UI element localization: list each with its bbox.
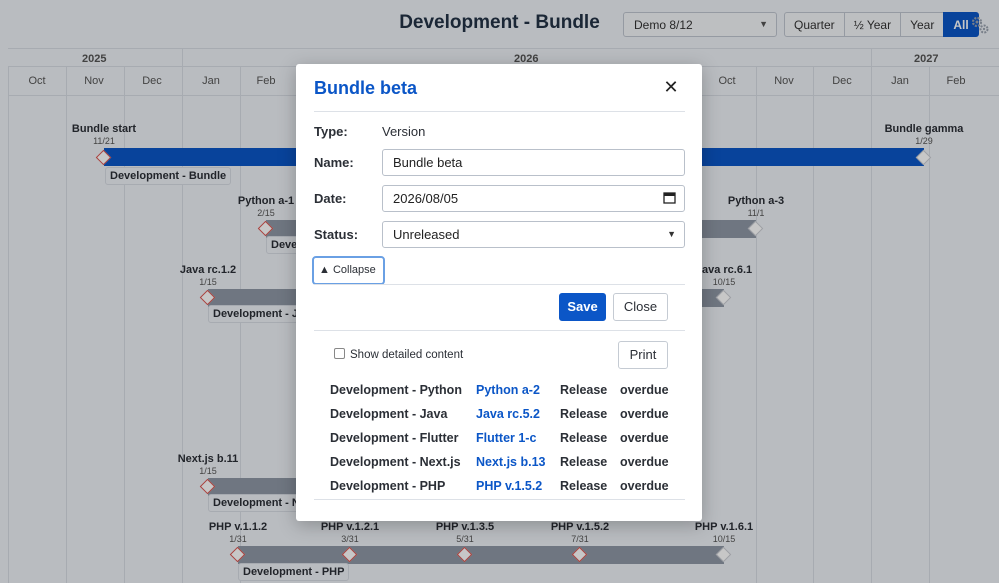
row-status: overdue [620, 455, 669, 469]
row-track: Development - PHP [330, 479, 446, 493]
date-label: Date: [314, 191, 347, 206]
print-button[interactable]: Print [618, 341, 668, 369]
collapse-button[interactable]: ▲ Collapse [312, 256, 385, 285]
divider [314, 284, 685, 285]
status-label: Status: [314, 227, 359, 242]
row-status: overdue [620, 383, 669, 397]
table-row: Development - Next.js Next.js b.13 Relea… [330, 455, 670, 475]
row-version-link[interactable]: Java rc.5.2 [476, 407, 540, 421]
date-field-value: 2026/08/05 [393, 191, 459, 206]
row-type: Release [560, 455, 608, 469]
row-track: Development - Flutter [330, 431, 459, 445]
table-row: Development - PHP PHP v.1.5.2 Release ov… [330, 479, 670, 499]
date-field[interactable]: 2026/08/05 [382, 185, 685, 212]
row-status: overdue [620, 431, 669, 445]
divider [314, 330, 685, 331]
name-field-value: Bundle beta [393, 155, 463, 170]
row-track: Development - Python [330, 383, 462, 397]
row-type: Release [560, 383, 608, 397]
row-track: Development - Java [330, 407, 448, 421]
table-row: Development - Flutter Flutter 1-c Releas… [330, 431, 670, 451]
status-select-value: Unreleased [393, 227, 460, 242]
table-row: Development - Java Java rc.5.2 Release o… [330, 407, 670, 427]
status-select[interactable]: Unreleased ▼ [382, 221, 685, 248]
dialog-title: Bundle beta [314, 78, 418, 98]
divider [314, 111, 685, 112]
name-field[interactable]: Bundle beta [382, 149, 685, 176]
row-version-link[interactable]: Flutter 1-c [476, 431, 536, 445]
type-value: Version [382, 124, 426, 139]
chevron-down-icon: ▼ [667, 229, 676, 239]
row-status: overdue [620, 479, 669, 493]
close-icon[interactable]: ✕ [662, 78, 680, 96]
table-row: Development - Python Python a-2 Release … [330, 383, 670, 403]
row-type: Release [560, 431, 608, 445]
version-dialog: Bundle beta ✕ Type: Version Name: Bundle… [296, 64, 702, 521]
type-label: Type: [314, 124, 348, 139]
save-button[interactable]: Save [559, 293, 606, 321]
row-type: Release [560, 479, 608, 493]
name-label: Name: [314, 155, 354, 170]
row-track: Development - Next.js [330, 455, 461, 469]
divider [314, 499, 685, 500]
show-detailed-label: Show detailed content [350, 349, 464, 361]
row-status: overdue [620, 407, 669, 421]
row-type: Release [560, 407, 608, 421]
calendar-icon[interactable] [663, 191, 676, 204]
show-detailed-checkbox[interactable] [334, 348, 345, 359]
row-version-link[interactable]: Python a-2 [476, 383, 540, 397]
row-version-link[interactable]: PHP v.1.5.2 [476, 479, 542, 493]
close-button[interactable]: Close [613, 293, 668, 321]
row-version-link[interactable]: Next.js b.13 [476, 455, 545, 469]
